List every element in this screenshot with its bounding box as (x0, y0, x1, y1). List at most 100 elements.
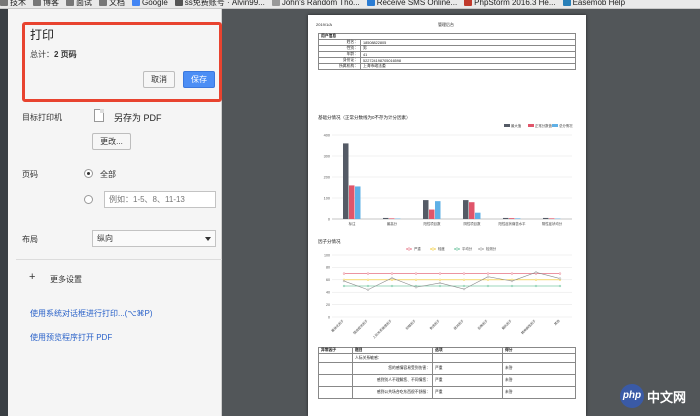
bookmark-item[interactable]: Google (132, 0, 168, 7)
open-pdf-preview-link[interactable]: 使用预览程序打开 PDF (30, 332, 112, 343)
pages-all-radio[interactable] (84, 169, 93, 178)
bar (549, 218, 555, 219)
data-point (366, 272, 370, 275)
phpstorm-icon (464, 0, 473, 7)
y-tick-label: 0 (328, 217, 330, 221)
x-tick-label: 敌对因子 (452, 318, 465, 331)
factor-cell (318, 374, 353, 387)
bar (475, 212, 481, 219)
y-tick-label: 300 (324, 154, 330, 158)
bar-chart: 0 100 200 300 400 最大值 正常分数值 总分情况标注 最高分 阳性项目数 阴性项目数… (324, 123, 574, 226)
data-point (342, 279, 346, 283)
x-tick-label: 抑郁因子 (404, 318, 417, 331)
legend-label: 严重 (414, 246, 421, 251)
bar (355, 186, 361, 219)
bookmark-label: 文档 (109, 0, 125, 7)
bar (543, 217, 549, 219)
factor-cell (318, 362, 353, 375)
save-button[interactable]: 保存 (183, 71, 215, 88)
data-point (558, 284, 562, 288)
data-point (438, 281, 442, 284)
page-icon (271, 0, 280, 7)
pages-custom-radio[interactable] (84, 195, 93, 204)
pages-range-input[interactable] (104, 191, 216, 208)
system-dialog-link[interactable]: 使用系统对话框进行打印...(⌥⌘P) (30, 308, 153, 319)
x-tick-label: 偏执因子 (500, 318, 513, 331)
bookmark-label: 博客 (43, 0, 59, 7)
data-point (510, 284, 514, 288)
bookmark-item[interactable]: 面试 (66, 0, 92, 7)
bookmark-label: Receive SMS Online... (376, 0, 458, 7)
data-point (486, 275, 490, 278)
legend-swatch (528, 124, 534, 127)
doc-date: 2019/1/A (316, 22, 333, 27)
factor-cell: 未答 (502, 386, 576, 399)
factor-cell: 人际关系敏感： (352, 353, 433, 363)
change-destination-button[interactable]: 更改... (92, 133, 131, 150)
y-tick-label: 60 (326, 278, 330, 282)
x-tick-label: 最高分 (387, 221, 398, 226)
doc-header: 管理后台 (438, 22, 454, 27)
folder-icon (0, 0, 8, 7)
x-tick-label: 其他 (553, 318, 562, 327)
data-point (390, 272, 394, 275)
bar (349, 185, 355, 219)
bar (383, 217, 389, 219)
legend-swatch (552, 124, 558, 127)
bookmark-item[interactable]: Easemob Help (562, 0, 626, 7)
chevron-down-icon (205, 237, 211, 241)
y-tick-label: 200 (324, 175, 330, 179)
print-preview-area[interactable]: 2019/1/A 管理后台 用户信息 姓名： 18508822805 性别：男 年… (222, 9, 700, 416)
print-dialog-panel: 打印 总计：2 页码 取消 保存 目标打印机 另存为 PDF 更改... 页码 … (8, 9, 222, 416)
x-tick-label: 阴性症状均分 (542, 221, 563, 226)
legend-marker (431, 247, 435, 251)
factor-cell: 严重 (432, 362, 503, 375)
bar (463, 200, 469, 219)
bookmark-label: Google (142, 0, 168, 7)
legend-label: 平均分 (462, 246, 473, 251)
x-tick-label: 焦虑因子 (428, 318, 441, 331)
divider (16, 259, 222, 260)
x-tick-label: 阴性项目数 (464, 221, 482, 226)
bookmark-item[interactable]: 文档 (99, 0, 125, 7)
bookmark-item[interactable]: 博客 (33, 0, 59, 7)
bar (435, 201, 441, 219)
easemob-icon (562, 0, 571, 7)
php-logo-icon: php (620, 384, 644, 408)
bar (469, 202, 475, 219)
plus-icon[interactable]: + (29, 272, 35, 283)
y-tick-label: 0 (328, 315, 330, 319)
x-tick-label: 阳性项目数 (424, 221, 442, 226)
bookmark-item[interactable]: Receive SMS Online... (366, 0, 458, 7)
legend-marker (455, 247, 459, 251)
folder-icon (33, 0, 41, 7)
layout-select[interactable]: 纵向 (92, 230, 216, 247)
pdf-document-icon (94, 109, 104, 122)
y-tick-label: 80 (326, 266, 330, 270)
legend-label: 检测分 (486, 246, 497, 251)
bookmark-label: Easemob Help (572, 0, 626, 7)
data-point (510, 272, 514, 275)
bookmark-label: 技术 (10, 0, 26, 7)
destination-value: 另存为 PDF (114, 113, 162, 123)
bookmark-item[interactable]: 技术 (0, 0, 26, 7)
data-point (438, 272, 442, 275)
data-point (342, 272, 346, 275)
bookmark-label: 面试 (76, 0, 92, 7)
php-cn-watermark: php 中文网 (620, 384, 686, 408)
bookmark-item[interactable]: PhpStorm 2016.3 He... (464, 0, 556, 7)
info-value: 上海市政法委 (360, 63, 576, 70)
legend-label: 正常分数值 (535, 123, 553, 128)
factor-cell: 感到公共场合吃东西很不舒服： (352, 386, 433, 399)
bookmark-item[interactable]: John's Random Tho... (271, 0, 360, 7)
page-icon (366, 0, 375, 7)
folder-icon (66, 0, 74, 7)
bookmark-item[interactable]: ss免费账号 · Alvin99... (174, 0, 265, 7)
cancel-button[interactable]: 取消 (143, 71, 175, 88)
more-settings-link[interactable]: 更多设置 (50, 274, 82, 285)
factor-cell (318, 386, 353, 399)
bookmark-label: PhpStorm 2016.3 He... (474, 0, 556, 7)
data-point (342, 284, 346, 288)
x-tick-label: 强迫症状因子 (352, 318, 370, 336)
background-page-strip (0, 9, 8, 416)
